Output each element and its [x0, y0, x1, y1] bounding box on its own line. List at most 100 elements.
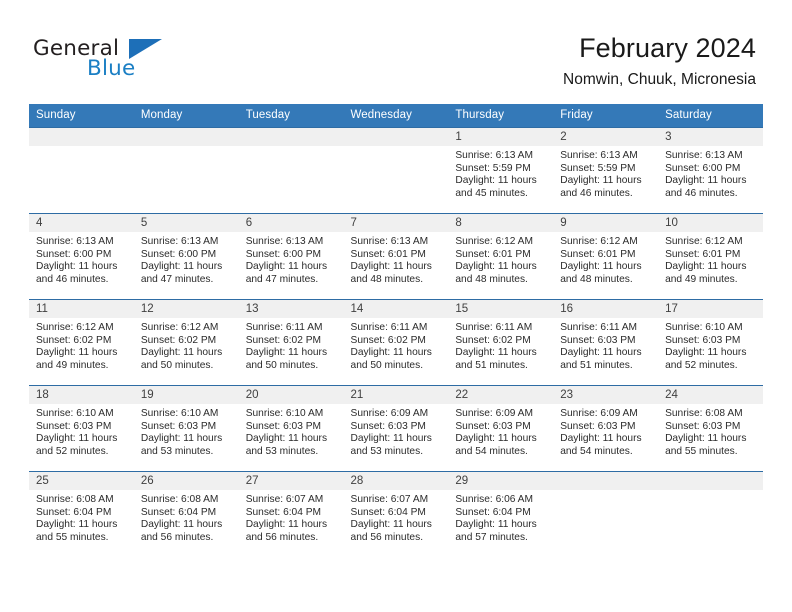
day-sun-info: Sunrise: 6:10 AM Sunset: 6:03 PM Daylight:…	[29, 404, 134, 458]
day-number	[553, 472, 659, 490]
day-cell-inner	[133, 128, 239, 213]
sunrise-text: Sunrise: 6:10 AM	[245, 408, 324, 419]
sunrise-text: Sunrise: 6:09 AM	[560, 408, 638, 419]
daylight-text-line2: and 56 minutes.	[245, 531, 319, 543]
calendar-day-cell[interactable]: 8 Sunrise: 6:12 AM Sunset: 6:01 PM Daylight…	[448, 213, 554, 300]
daylight-text-line1: Daylight: 11 hours	[455, 519, 537, 531]
day-sun-info: Sunrise: 6:11 AM Sunset: 6:02 PM Daylight:…	[344, 318, 449, 372]
sunset-text: Sunset: 6:02 PM	[140, 334, 217, 346]
daylight-text-line2: and 46 minutes.	[36, 273, 109, 285]
daylight-text-line1: Daylight: 11 hours	[245, 433, 328, 445]
sunset-text: Sunset: 6:01 PM	[350, 248, 426, 260]
weekday-header-wednesday: Wednesday	[343, 104, 449, 128]
calendar-day-cell[interactable]: 3 Sunrise: 6:13 AM Sunset: 6:00 PM Daylight…	[658, 127, 763, 214]
day-cell-inner: 3 Sunrise: 6:13 AM Sunset: 6:00 PM Daylight…	[658, 128, 763, 213]
calendar-day-cell[interactable]: 20 Sunrise: 6:10 AM Sunset: 6:03 PM Dayligh…	[238, 385, 344, 472]
calendar-page: General Blue February 2024 Nomwin, Chuuk…	[0, 0, 792, 612]
daylight-text-line2: and 49 minutes.	[36, 359, 109, 371]
day-cell-inner: 23 Sunrise: 6:09 AM Sunset: 6:03 PM Dayligh…	[553, 386, 659, 471]
calendar-day-cell[interactable]: 7 Sunrise: 6:13 AM Sunset: 6:01 PM Daylight…	[343, 213, 449, 300]
calendar-day-cell[interactable]: 1 Sunrise: 6:13 AM Sunset: 5:59 PM Daylight…	[448, 127, 554, 214]
calendar-day-cell[interactable]: 24 Sunrise: 6:08 AM Sunset: 6:03 PM Dayligh…	[658, 385, 763, 472]
calendar-day-cell[interactable]: 25 Sunrise: 6:08 AM Sunset: 6:04 PM Dayligh…	[29, 471, 134, 557]
day-cell-inner: 29 Sunrise: 6:06 AM Sunset: 6:04 PM Dayligh…	[448, 472, 554, 557]
sunset-text: Sunset: 6:00 PM	[245, 248, 322, 260]
calendar-day-cell[interactable]: 12 Sunrise: 6:12 AM Sunset: 6:02 PM Dayligh…	[133, 299, 239, 386]
daylight-text-line1: Daylight: 11 hours	[245, 261, 328, 273]
calendar-day-cell[interactable]: 2 Sunrise: 6:13 AM Sunset: 5:59 PM Daylight…	[553, 127, 659, 214]
day-number: 13	[238, 300, 344, 318]
calendar-day-cell[interactable]: 29 Sunrise: 6:06 AM Sunset: 6:04 PM Dayligh…	[448, 471, 554, 557]
day-cell-inner: 25 Sunrise: 6:08 AM Sunset: 6:04 PM Dayligh…	[29, 472, 134, 557]
day-sun-info: Sunrise: 6:13 AM Sunset: 6:00 PM Daylight:…	[658, 146, 763, 200]
weekday-header-sunday: Sunday	[29, 104, 134, 128]
day-number: 15	[448, 300, 554, 318]
calendar-day-cell[interactable]: 15 Sunrise: 6:11 AM Sunset: 6:02 PM Dayligh…	[448, 299, 554, 386]
sunrise-text: Sunrise: 6:13 AM	[560, 150, 638, 161]
calendar-day-cell[interactable]: 11 Sunrise: 6:12 AM Sunset: 6:02 PM Dayligh…	[29, 299, 134, 386]
calendar-day-cell[interactable]: 5 Sunrise: 6:13 AM Sunset: 6:00 PM Daylight…	[133, 213, 239, 300]
sunrise-text: Sunrise: 6:09 AM	[455, 408, 533, 419]
day-sun-info: Sunrise: 6:13 AM Sunset: 5:59 PM Daylight:…	[448, 146, 553, 200]
daylight-text-line1: Daylight: 11 hours	[36, 347, 118, 359]
day-number	[238, 128, 344, 146]
calendar-day-cell	[133, 127, 239, 214]
calendar-day-cell[interactable]: 6 Sunrise: 6:13 AM Sunset: 6:00 PM Daylight…	[238, 213, 344, 300]
calendar-day-cell[interactable]: 4 Sunrise: 6:13 AM Sunset: 6:00 PM Daylight…	[29, 213, 134, 300]
sunrise-text: Sunrise: 6:06 AM	[455, 494, 533, 505]
calendar-day-cell[interactable]: 26 Sunrise: 6:08 AM Sunset: 6:04 PM Dayligh…	[133, 471, 239, 557]
sunset-text: Sunset: 6:04 PM	[350, 506, 426, 518]
calendar-day-cell[interactable]: 17 Sunrise: 6:10 AM Sunset: 6:03 PM Dayligh…	[658, 299, 763, 386]
calendar-day-cell[interactable]: 13 Sunrise: 6:11 AM Sunset: 6:02 PM Dayligh…	[238, 299, 344, 386]
day-number: 23	[553, 386, 659, 404]
day-sun-info: Sunrise: 6:09 AM Sunset: 6:03 PM Daylight:…	[448, 404, 553, 458]
day-number: 4	[29, 214, 134, 232]
calendar-day-cell[interactable]: 27 Sunrise: 6:07 AM Sunset: 6:04 PM Dayligh…	[238, 471, 344, 557]
daylight-text-line2: and 55 minutes.	[665, 445, 738, 457]
sunrise-text: Sunrise: 6:12 AM	[36, 322, 114, 333]
calendar-day-cell[interactable]: 28 Sunrise: 6:07 AM Sunset: 6:04 PM Dayligh…	[343, 471, 449, 557]
calendar-day-cell[interactable]: 21 Sunrise: 6:09 AM Sunset: 6:03 PM Dayligh…	[343, 385, 449, 472]
sunset-text: Sunset: 5:59 PM	[455, 162, 531, 174]
day-sun-info: Sunrise: 6:13 AM Sunset: 5:59 PM Daylight:…	[553, 146, 658, 200]
day-cell-inner: 2 Sunrise: 6:13 AM Sunset: 5:59 PM Daylight…	[553, 128, 659, 213]
daylight-text-line1: Daylight: 11 hours	[665, 261, 747, 273]
brand-logo[interactable]: General Blue	[33, 36, 253, 86]
day-number	[343, 128, 449, 146]
daylight-text-line2: and 50 minutes.	[140, 359, 214, 371]
daylight-text-line2: and 53 minutes.	[245, 445, 319, 457]
day-number: 27	[238, 472, 344, 490]
day-cell-inner: 20 Sunrise: 6:10 AM Sunset: 6:03 PM Dayligh…	[238, 386, 344, 471]
calendar-day-cell[interactable]: 9 Sunrise: 6:12 AM Sunset: 6:01 PM Daylight…	[553, 213, 659, 300]
sunset-text: Sunset: 6:00 PM	[140, 248, 217, 260]
daylight-text-line2: and 48 minutes.	[350, 273, 424, 285]
calendar-day-cell[interactable]: 23 Sunrise: 6:09 AM Sunset: 6:03 PM Dayligh…	[553, 385, 659, 472]
calendar-day-cell[interactable]: 22 Sunrise: 6:09 AM Sunset: 6:03 PM Dayligh…	[448, 385, 554, 472]
calendar-day-cell[interactable]: 19 Sunrise: 6:10 AM Sunset: 6:03 PM Dayligh…	[133, 385, 239, 472]
calendar-week-row: 4 Sunrise: 6:13 AM Sunset: 6:00 PM Daylight…	[29, 213, 763, 300]
sunset-text: Sunset: 6:03 PM	[245, 420, 322, 432]
calendar-day-cell[interactable]: 16 Sunrise: 6:11 AM Sunset: 6:03 PM Dayligh…	[553, 299, 659, 386]
daylight-text-line2: and 56 minutes.	[140, 531, 214, 543]
daylight-text-line2: and 54 minutes.	[560, 445, 633, 457]
calendar-day-cell[interactable]: 10 Sunrise: 6:12 AM Sunset: 6:01 PM Dayligh…	[658, 213, 763, 300]
calendar-day-cell	[238, 127, 344, 214]
day-cell-inner: 6 Sunrise: 6:13 AM Sunset: 6:00 PM Daylight…	[238, 214, 344, 299]
daylight-text-line1: Daylight: 11 hours	[455, 261, 537, 273]
calendar-day-cell[interactable]: 18 Sunrise: 6:10 AM Sunset: 6:03 PM Dayligh…	[29, 385, 134, 472]
calendar-day-cell[interactable]: 14 Sunrise: 6:11 AM Sunset: 6:02 PM Dayligh…	[343, 299, 449, 386]
sunrise-text: Sunrise: 6:13 AM	[36, 236, 114, 247]
day-cell-inner: 1 Sunrise: 6:13 AM Sunset: 5:59 PM Daylight…	[448, 128, 554, 213]
daylight-text-line2: and 53 minutes.	[140, 445, 214, 457]
sunset-text: Sunset: 6:00 PM	[36, 248, 112, 260]
sunset-text: Sunset: 6:02 PM	[350, 334, 426, 346]
day-number: 6	[238, 214, 344, 232]
day-sun-info: Sunrise: 6:07 AM Sunset: 6:04 PM Daylight:…	[344, 490, 449, 544]
day-number: 14	[343, 300, 449, 318]
sunset-text: Sunset: 6:04 PM	[245, 506, 322, 518]
daylight-text-line2: and 57 minutes.	[455, 531, 528, 543]
sunset-text: Sunset: 6:03 PM	[36, 420, 112, 432]
sunset-text: Sunset: 6:03 PM	[560, 334, 636, 346]
daylight-text-line1: Daylight: 11 hours	[665, 433, 747, 445]
sunrise-text: Sunrise: 6:08 AM	[665, 408, 743, 419]
